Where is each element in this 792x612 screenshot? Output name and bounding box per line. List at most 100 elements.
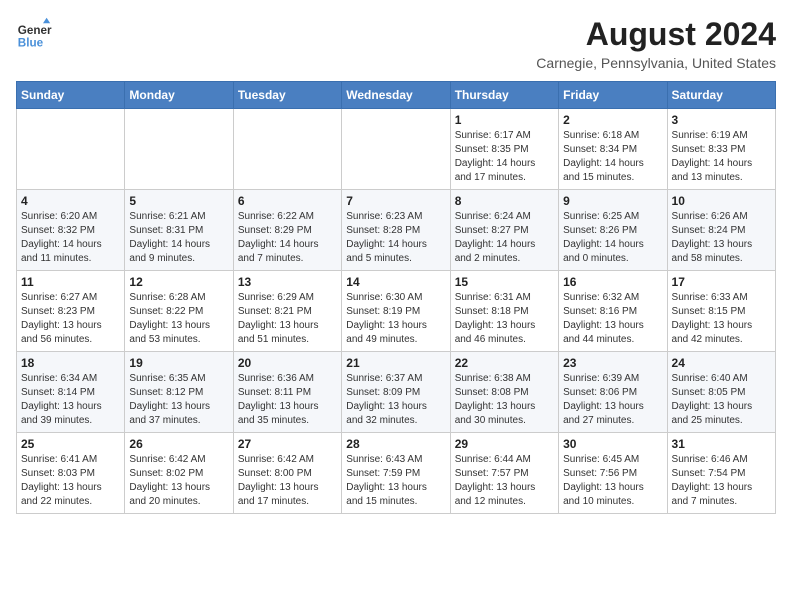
day-info: Sunrise: 6:25 AM Sunset: 8:26 PM Dayligh… xyxy=(563,210,662,266)
day-info: Sunrise: 6:18 AM Sunset: 8:34 PM Dayligh… xyxy=(563,129,662,185)
day-number: 12 xyxy=(129,275,228,289)
day-number: 8 xyxy=(455,194,554,208)
day-number: 25 xyxy=(21,437,120,451)
day-number: 31 xyxy=(672,437,771,451)
day-number: 16 xyxy=(563,275,662,289)
day-info: Sunrise: 6:40 AM Sunset: 8:05 PM Dayligh… xyxy=(672,372,771,428)
calendar-cell: 24 Sunrise: 6:40 AM Sunset: 8:05 PM Dayli… xyxy=(667,352,775,433)
calendar-cell xyxy=(17,109,125,190)
day-info: Sunrise: 6:20 AM Sunset: 8:32 PM Dayligh… xyxy=(21,210,120,266)
calendar-cell: 31 Sunrise: 6:46 AM Sunset: 7:54 PM Dayli… xyxy=(667,433,775,514)
calendar-cell: 26 Sunrise: 6:42 AM Sunset: 8:02 PM Dayli… xyxy=(125,433,233,514)
weekday-header-sunday: Sunday xyxy=(17,82,125,109)
day-info: Sunrise: 6:28 AM Sunset: 8:22 PM Dayligh… xyxy=(129,291,228,347)
day-number: 29 xyxy=(455,437,554,451)
day-info: Sunrise: 6:29 AM Sunset: 8:21 PM Dayligh… xyxy=(238,291,337,347)
day-number: 9 xyxy=(563,194,662,208)
calendar-cell: 22 Sunrise: 6:38 AM Sunset: 8:08 PM Dayli… xyxy=(450,352,558,433)
day-info: Sunrise: 6:46 AM Sunset: 7:54 PM Dayligh… xyxy=(672,453,771,509)
day-number: 13 xyxy=(238,275,337,289)
day-number: 20 xyxy=(238,356,337,370)
calendar-cell xyxy=(125,109,233,190)
day-number: 23 xyxy=(563,356,662,370)
calendar-cell: 28 Sunrise: 6:43 AM Sunset: 7:59 PM Dayli… xyxy=(342,433,450,514)
calendar-cell: 13 Sunrise: 6:29 AM Sunset: 8:21 PM Dayli… xyxy=(233,271,341,352)
day-number: 7 xyxy=(346,194,445,208)
calendar-cell: 9 Sunrise: 6:25 AM Sunset: 8:26 PM Daylig… xyxy=(559,190,667,271)
day-info: Sunrise: 6:34 AM Sunset: 8:14 PM Dayligh… xyxy=(21,372,120,428)
calendar-cell: 27 Sunrise: 6:42 AM Sunset: 8:00 PM Dayli… xyxy=(233,433,341,514)
day-number: 3 xyxy=(672,113,771,127)
calendar-week-row: 18 Sunrise: 6:34 AM Sunset: 8:14 PM Dayli… xyxy=(17,352,776,433)
day-info: Sunrise: 6:35 AM Sunset: 8:12 PM Dayligh… xyxy=(129,372,228,428)
logo-icon: General Blue xyxy=(16,16,52,52)
day-info: Sunrise: 6:36 AM Sunset: 8:11 PM Dayligh… xyxy=(238,372,337,428)
day-number: 1 xyxy=(455,113,554,127)
calendar-cell: 1Sunrise: 6:17 AM Sunset: 8:35 PM Daylig… xyxy=(450,109,558,190)
day-info: Sunrise: 6:24 AM Sunset: 8:27 PM Dayligh… xyxy=(455,210,554,266)
calendar-table: SundayMondayTuesdayWednesdayThursdayFrid… xyxy=(16,81,776,514)
day-info: Sunrise: 6:43 AM Sunset: 7:59 PM Dayligh… xyxy=(346,453,445,509)
day-number: 28 xyxy=(346,437,445,451)
day-info: Sunrise: 6:27 AM Sunset: 8:23 PM Dayligh… xyxy=(21,291,120,347)
day-info: Sunrise: 6:44 AM Sunset: 7:57 PM Dayligh… xyxy=(455,453,554,509)
calendar-cell: 17 Sunrise: 6:33 AM Sunset: 8:15 PM Dayli… xyxy=(667,271,775,352)
day-number: 21 xyxy=(346,356,445,370)
day-number: 15 xyxy=(455,275,554,289)
day-number: 18 xyxy=(21,356,120,370)
logo: General Blue xyxy=(16,16,52,52)
day-number: 24 xyxy=(672,356,771,370)
day-number: 6 xyxy=(238,194,337,208)
day-info: Sunrise: 6:30 AM Sunset: 8:19 PM Dayligh… xyxy=(346,291,445,347)
calendar-cell: 15 Sunrise: 6:31 AM Sunset: 8:18 PM Dayli… xyxy=(450,271,558,352)
svg-text:General: General xyxy=(18,24,52,37)
calendar-cell: 3Sunrise: 6:19 AM Sunset: 8:33 PM Daylig… xyxy=(667,109,775,190)
day-number: 27 xyxy=(238,437,337,451)
day-info: Sunrise: 6:31 AM Sunset: 8:18 PM Dayligh… xyxy=(455,291,554,347)
calendar-cell: 11 Sunrise: 6:27 AM Sunset: 8:23 PM Dayli… xyxy=(17,271,125,352)
day-info: Sunrise: 6:45 AM Sunset: 7:56 PM Dayligh… xyxy=(563,453,662,509)
calendar-cell: 21 Sunrise: 6:37 AM Sunset: 8:09 PM Dayli… xyxy=(342,352,450,433)
calendar-cell: 19 Sunrise: 6:35 AM Sunset: 8:12 PM Dayli… xyxy=(125,352,233,433)
day-number: 14 xyxy=(346,275,445,289)
day-info: Sunrise: 6:39 AM Sunset: 8:06 PM Dayligh… xyxy=(563,372,662,428)
title-section: August 2024 Carnegie, Pennsylvania, Unit… xyxy=(536,16,776,71)
calendar-cell: 16Sunrise: 6:32 AM Sunset: 8:16 PM Dayli… xyxy=(559,271,667,352)
day-info: Sunrise: 6:23 AM Sunset: 8:28 PM Dayligh… xyxy=(346,210,445,266)
calendar-cell: 18 Sunrise: 6:34 AM Sunset: 8:14 PM Dayli… xyxy=(17,352,125,433)
calendar-cell: 25 Sunrise: 6:41 AM Sunset: 8:03 PM Dayli… xyxy=(17,433,125,514)
calendar-cell xyxy=(342,109,450,190)
day-number: 19 xyxy=(129,356,228,370)
day-number: 26 xyxy=(129,437,228,451)
weekday-header-friday: Friday xyxy=(559,82,667,109)
weekday-header-thursday: Thursday xyxy=(450,82,558,109)
calendar-cell: 2Sunrise: 6:18 AM Sunset: 8:34 PM Daylig… xyxy=(559,109,667,190)
day-number: 10 xyxy=(672,194,771,208)
calendar-cell: 5Sunrise: 6:21 AM Sunset: 8:31 PM Daylig… xyxy=(125,190,233,271)
day-number: 4 xyxy=(21,194,120,208)
calendar-cell: 14 Sunrise: 6:30 AM Sunset: 8:19 PM Dayli… xyxy=(342,271,450,352)
day-info: Sunrise: 6:33 AM Sunset: 8:15 PM Dayligh… xyxy=(672,291,771,347)
calendar-week-row: 25 Sunrise: 6:41 AM Sunset: 8:03 PM Dayli… xyxy=(17,433,776,514)
day-info: Sunrise: 6:37 AM Sunset: 8:09 PM Dayligh… xyxy=(346,372,445,428)
calendar-cell: 4 Sunrise: 6:20 AM Sunset: 8:32 PM Daylig… xyxy=(17,190,125,271)
weekday-header-row: SundayMondayTuesdayWednesdayThursdayFrid… xyxy=(17,82,776,109)
day-info: Sunrise: 6:41 AM Sunset: 8:03 PM Dayligh… xyxy=(21,453,120,509)
calendar-cell: 23 Sunrise: 6:39 AM Sunset: 8:06 PM Dayli… xyxy=(559,352,667,433)
weekday-header-monday: Monday xyxy=(125,82,233,109)
calendar-week-row: 1Sunrise: 6:17 AM Sunset: 8:35 PM Daylig… xyxy=(17,109,776,190)
day-info: Sunrise: 6:21 AM Sunset: 8:31 PM Dayligh… xyxy=(129,210,228,266)
weekday-header-saturday: Saturday xyxy=(667,82,775,109)
day-info: Sunrise: 6:38 AM Sunset: 8:08 PM Dayligh… xyxy=(455,372,554,428)
weekday-header-wednesday: Wednesday xyxy=(342,82,450,109)
calendar-cell: 12 Sunrise: 6:28 AM Sunset: 8:22 PM Dayli… xyxy=(125,271,233,352)
day-info: Sunrise: 6:42 AM Sunset: 8:02 PM Dayligh… xyxy=(129,453,228,509)
calendar-cell: 10Sunrise: 6:26 AM Sunset: 8:24 PM Dayli… xyxy=(667,190,775,271)
day-info: Sunrise: 6:42 AM Sunset: 8:00 PM Dayligh… xyxy=(238,453,337,509)
day-number: 17 xyxy=(672,275,771,289)
calendar-week-row: 4 Sunrise: 6:20 AM Sunset: 8:32 PM Daylig… xyxy=(17,190,776,271)
calendar-cell: 7 Sunrise: 6:23 AM Sunset: 8:28 PM Daylig… xyxy=(342,190,450,271)
day-number: 11 xyxy=(21,275,120,289)
calendar-cell: 30Sunrise: 6:45 AM Sunset: 7:56 PM Dayli… xyxy=(559,433,667,514)
day-number: 22 xyxy=(455,356,554,370)
